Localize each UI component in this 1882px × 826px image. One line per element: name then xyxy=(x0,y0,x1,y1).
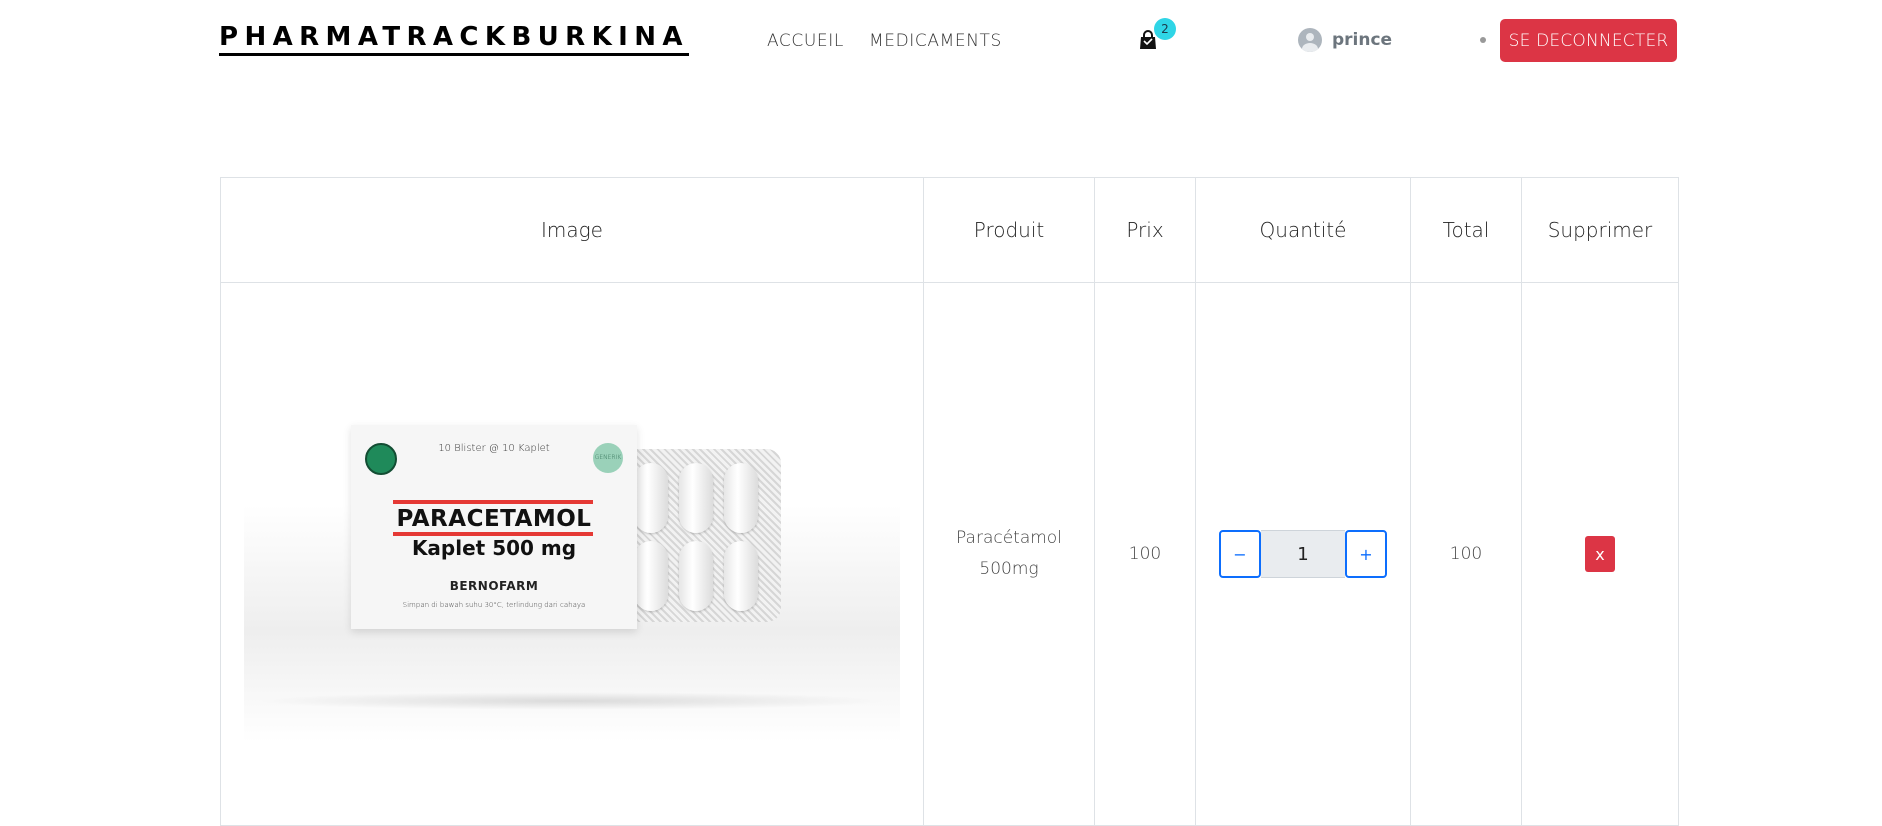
product-image-cell: GENERIK 10 Blister @ 10 Kaplet PARACETAM… xyxy=(220,282,924,826)
box-storage-text: Simpan di bawah suhu 30°C, terlindung da… xyxy=(402,600,586,609)
remove-cell: x xyxy=(1521,282,1679,826)
box-maker-logo: BERNOFARM xyxy=(449,578,539,593)
user-avatar-icon xyxy=(1298,28,1322,52)
box-count-text: 10 Blister @ 10 Kaplet xyxy=(438,442,550,454)
username: prince xyxy=(1332,30,1393,50)
product-name-cell: Paracétamol 500mg xyxy=(923,282,1095,826)
nav-medicaments[interactable]: MEDICAMENTS xyxy=(869,31,1002,51)
medicine-box: GENERIK 10 Blister @ 10 Kaplet PARACETAM… xyxy=(351,424,637,629)
table-header-row: Image Produit Prix Quantité Total Suppri… xyxy=(220,177,1679,283)
logout-button[interactable]: SE DECONNECTER xyxy=(1500,19,1677,62)
quantity-cell: − + xyxy=(1195,282,1411,826)
column-header-total: Total xyxy=(1410,177,1522,283)
product-image: GENERIK 10 Blister @ 10 Kaplet PARACETAM… xyxy=(244,346,900,742)
cart-count-badge: 2 xyxy=(1154,18,1176,40)
blister-pack xyxy=(624,448,781,622)
total-cell: 100 xyxy=(1410,282,1522,826)
nav-accueil[interactable]: ACCUEIL xyxy=(767,31,844,51)
column-header-image: Image xyxy=(220,177,924,283)
decrement-button[interactable]: − xyxy=(1219,530,1261,578)
product-name-line1: Paracétamol xyxy=(956,528,1062,548)
separator-dot xyxy=(1480,37,1486,43)
user-menu[interactable]: prince xyxy=(1298,28,1392,52)
column-header-quantity: Quantité xyxy=(1195,177,1411,283)
box-product-dose: Kaplet 500 mg xyxy=(411,535,577,560)
remove-item-button[interactable]: x xyxy=(1585,536,1615,572)
column-header-remove: Supprimer xyxy=(1521,177,1679,283)
quantity-input[interactable] xyxy=(1261,530,1345,578)
column-header-product: Produit xyxy=(923,177,1095,283)
cart-table: Image Produit Prix Quantité Total Suppri… xyxy=(220,177,1679,826)
quantity-stepper: − + xyxy=(1219,530,1387,578)
column-header-price: Prix xyxy=(1094,177,1196,283)
price-cell: 100 xyxy=(1094,282,1196,826)
product-name-line2: 500mg xyxy=(979,559,1039,579)
increment-button[interactable]: + xyxy=(1345,530,1387,578)
brand-logo[interactable]: PHARMATRACKBURKINA xyxy=(219,22,689,56)
table-row: GENERIK 10 Blister @ 10 Kaplet PARACETAM… xyxy=(220,282,1679,826)
box-product-name: PARACETAMOL xyxy=(396,505,592,532)
